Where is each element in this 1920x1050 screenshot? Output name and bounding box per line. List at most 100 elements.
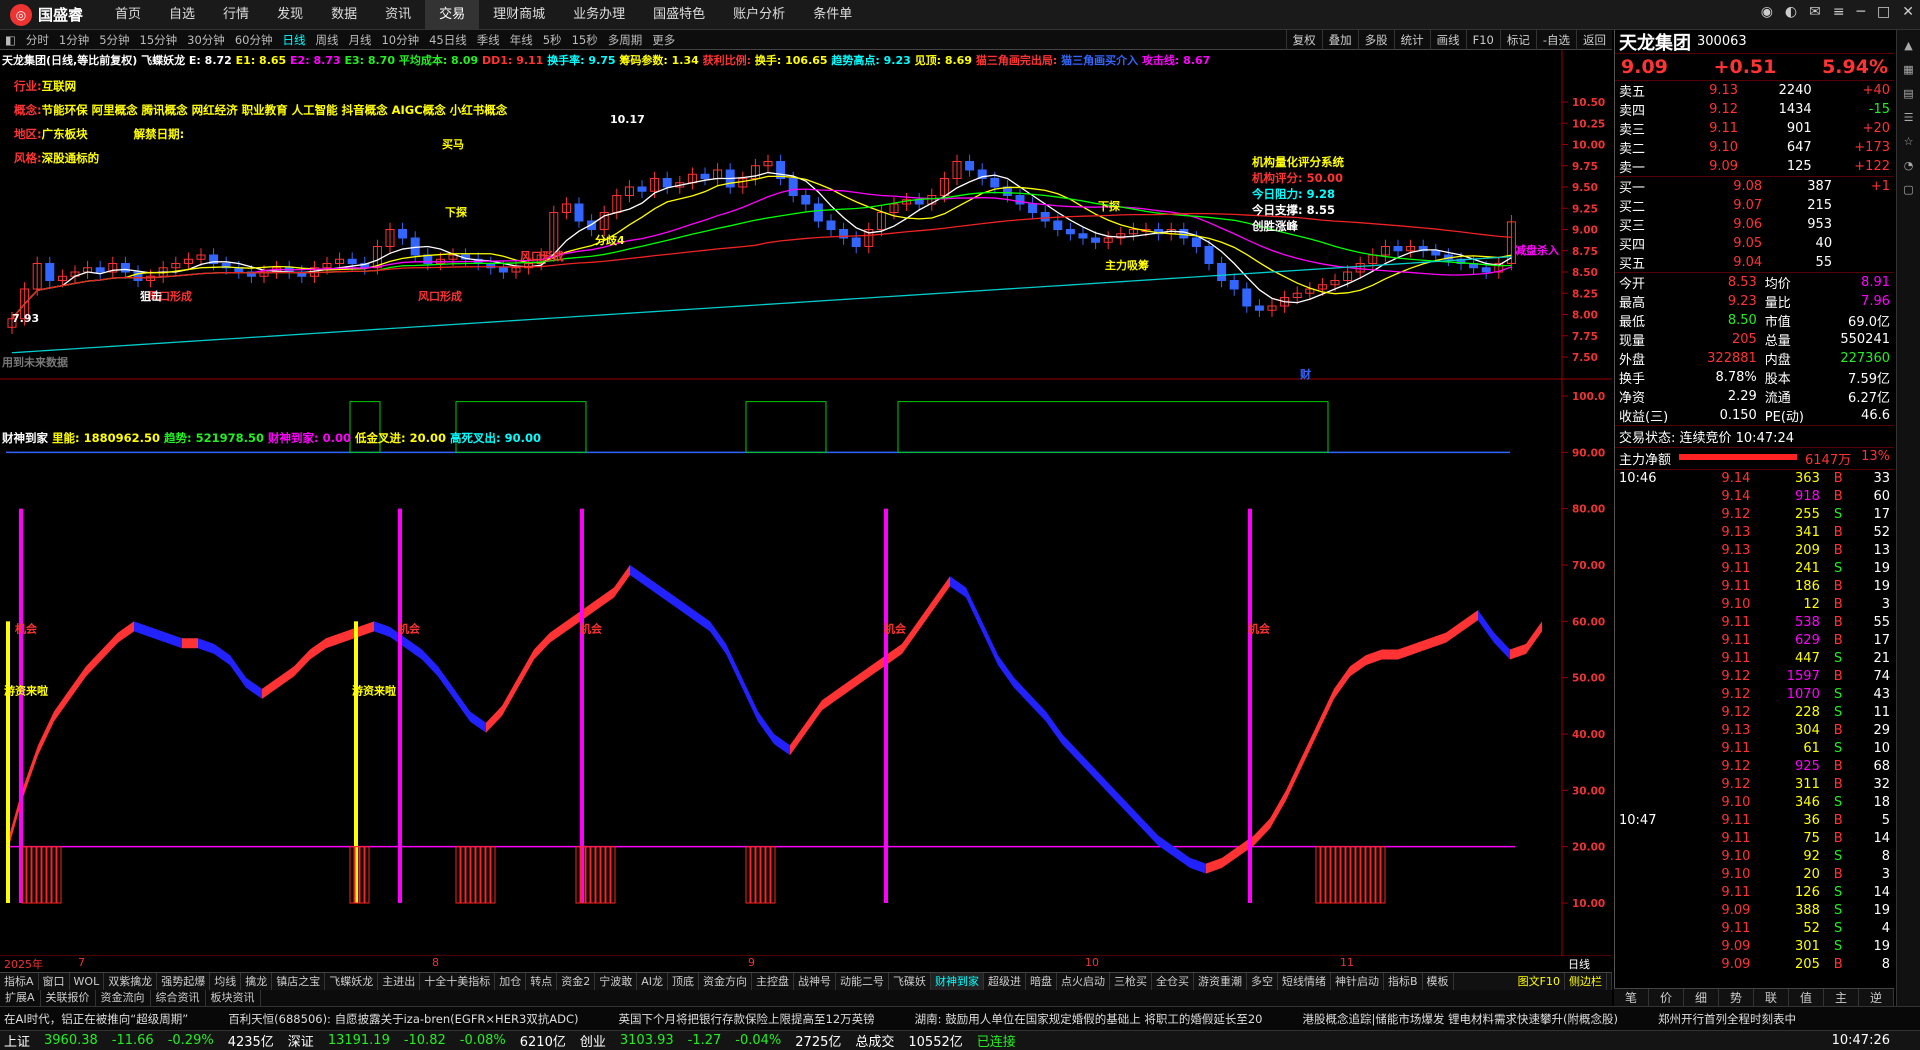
menu-icon[interactable]: ≡: [1833, 4, 1845, 20]
menu-item[interactable]: 行情: [209, 0, 263, 30]
indicator-tab[interactable]: 游资重潮: [1194, 972, 1247, 991]
tick-row[interactable]: 10:47 9.11 36 B 5: [1615, 812, 1894, 830]
chart-tool-button[interactable]: 复权: [1285, 30, 1322, 50]
indicator-tab[interactable]: 指标B: [1384, 972, 1423, 991]
indicator-tab[interactable]: 加仓: [495, 972, 527, 991]
quote-tab[interactable]: 值: [1789, 989, 1824, 1006]
tick-row[interactable]: 9.11 447 S 21: [1615, 650, 1894, 668]
indicator-tab[interactable]: 飞蝶妖龙: [325, 972, 379, 991]
tick-row[interactable]: 9.11 241 S 19: [1615, 560, 1894, 578]
chart-area[interactable]: 10.50 10.25 10.00 9.75 9.50 9.25 9.00 8.75 8.50 8…: [0, 50, 1612, 957]
period-tab[interactable]: 30分钟: [182, 32, 230, 48]
menu-item[interactable]: 数据: [317, 0, 371, 30]
period-tab[interactable]: 季线: [472, 32, 505, 48]
ticker-item[interactable]: 英国下个月将把银行存款保险上限提高至12万英镑: [619, 1011, 875, 1027]
kline-chart[interactable]: 10.50 10.25 10.00 9.75 9.50 9.25 9.00 8.75 8.50 8…: [0, 50, 1612, 957]
tick-row[interactable]: 9.09 301 S 19: [1615, 938, 1894, 956]
bottom-tab[interactable]: 资金流向: [96, 990, 151, 1006]
tick-row[interactable]: 9.13 341 B 52: [1615, 524, 1894, 542]
indicator-tab[interactable]: 宁波敢: [595, 972, 638, 991]
period-tab[interactable]: 60分钟: [230, 32, 278, 48]
quote-tab[interactable]: 价: [1649, 989, 1684, 1006]
news-ticker[interactable]: 在AI时代，铝正在被推向“超级周期” 百利天恒(688506): 自愿披露关于iz…: [0, 1006, 1920, 1030]
indicator-tab[interactable]: 强势起爆: [157, 972, 211, 991]
tab-right-button[interactable]: 图文F10: [1514, 972, 1565, 991]
quote-tab[interactable]: 联: [1754, 989, 1789, 1006]
indicator-tab[interactable]: 主进出: [378, 972, 421, 991]
quote-tab[interactable]: 势: [1719, 989, 1754, 1006]
bell-icon[interactable]: ◔: [1900, 156, 1918, 174]
indicator-tab[interactable]: 顶底: [668, 972, 699, 991]
tick-row[interactable]: 9.14 918 B 60: [1615, 488, 1894, 506]
arrow-up-icon[interactable]: ▲: [1900, 36, 1918, 54]
indicator-tab[interactable]: 转点: [526, 972, 558, 991]
grid-icon[interactable]: ▦: [1900, 60, 1918, 78]
list-icon[interactable]: ☰: [1900, 108, 1918, 126]
ticker-item[interactable]: 湖南: 鼓励用人单位在国家规定婚假的基础上 将职工的婚假延长至20: [915, 1011, 1263, 1027]
period-tab[interactable]: 月线: [343, 32, 376, 48]
tick-row[interactable]: 9.11 75 B 14: [1615, 830, 1894, 848]
chart-tool-button[interactable]: 叠加: [1321, 30, 1358, 50]
menu-item[interactable]: 国盛特色: [639, 0, 719, 30]
tick-row[interactable]: 9.11 538 B 55: [1615, 614, 1894, 632]
tick-row[interactable]: 9.11 126 S 14: [1615, 884, 1894, 902]
quote-tab[interactable]: 主: [1824, 989, 1859, 1006]
tick-row[interactable]: 9.11 61 S 10: [1615, 740, 1894, 758]
maximize-icon[interactable]: □: [1877, 4, 1890, 20]
indicator-tab[interactable]: WOL: [70, 972, 105, 991]
period-tab[interactable]: 15分钟: [135, 32, 183, 48]
tick-row[interactable]: 9.12 925 B 68: [1615, 758, 1894, 776]
ticker-item[interactable]: 在AI时代，铝正在被推向“超级周期”: [4, 1011, 188, 1027]
ticker-item[interactable]: 百利天恒(688506): 自愿披露关于iza-bren(EGFR×HER3双抗…: [228, 1011, 578, 1027]
chart-tool-button[interactable]: 标记: [1499, 30, 1536, 50]
period-tab[interactable]: 45日线: [424, 32, 472, 48]
menu-item[interactable]: 理财商城: [479, 0, 559, 30]
tick-row[interactable]: 9.12 255 S 17: [1615, 506, 1894, 524]
chat-icon[interactable]: ◉: [1761, 4, 1773, 20]
menu-item[interactable]: 资讯: [371, 0, 425, 30]
bottom-tab[interactable]: 扩展A: [0, 990, 41, 1006]
indicator-tab[interactable]: 全仓买: [1152, 972, 1194, 991]
indicator-tab[interactable]: 十全十美指标: [420, 972, 496, 991]
period-tab[interactable]: 周线: [310, 32, 343, 48]
tick-row[interactable]: 9.11 186 B 19: [1615, 578, 1894, 596]
minimize-icon[interactable]: ─: [1857, 4, 1865, 20]
layout-icon[interactable]: ◧: [0, 33, 21, 47]
bottom-tab[interactable]: 综合资讯: [151, 990, 206, 1006]
bottom-tab[interactable]: 板块资讯: [206, 990, 261, 1006]
close-icon[interactable]: ✕: [1902, 4, 1914, 20]
tab-right-button[interactable]: 侧边栏: [1565, 972, 1607, 991]
tick-row[interactable]: 9.09 388 S 19: [1615, 902, 1894, 920]
chart-tool-button[interactable]: 画线: [1429, 30, 1466, 50]
tick-row[interactable]: 9.10 346 S 18: [1615, 794, 1894, 812]
tick-row[interactable]: 9.10 12 B 3: [1615, 596, 1894, 614]
period-tab[interactable]: 多周期: [603, 32, 648, 48]
tick-row[interactable]: 9.13 209 B 13: [1615, 542, 1894, 560]
indicator-tab[interactable]: AI龙: [637, 972, 668, 991]
tick-row[interactable]: 9.12 228 S 11: [1615, 704, 1894, 722]
menu-item[interactable]: 自选: [155, 0, 209, 30]
menu-item[interactable]: 发现: [263, 0, 317, 30]
indicator-tab[interactable]: 均线: [210, 972, 242, 991]
chart-tool-button[interactable]: 多股: [1357, 30, 1394, 50]
indicator-tab[interactable]: 资金方向: [699, 972, 752, 991]
skin-icon[interactable]: ◐: [1785, 4, 1797, 20]
ticker-item[interactable]: 郑州开行首列全程时刻表中: [1658, 1011, 1796, 1027]
period-tab[interactable]: 5分钟: [94, 32, 134, 48]
indicator-tab[interactable]: 三枪买: [1110, 972, 1152, 991]
indicator-tab[interactable]: 财神到家: [930, 972, 984, 991]
doc-icon[interactable]: ▢: [1900, 180, 1918, 198]
tick-row[interactable]: 9.10 20 B 3: [1615, 866, 1894, 884]
mail-icon[interactable]: ✉: [1809, 4, 1821, 20]
period-tab[interactable]: 15秒: [567, 32, 603, 48]
indicator-tab[interactable]: 多空: [1247, 972, 1278, 991]
ticker-item[interactable]: 港股概念追踪|储能市场爆发 锂电材料需求快速攀升(附概念股): [1303, 1011, 1619, 1027]
indicator-tab[interactable]: 暗盘: [1026, 972, 1057, 991]
menu-item[interactable]: 首页: [101, 0, 155, 30]
indicator-tab[interactable]: 模板: [1423, 972, 1454, 991]
tick-row[interactable]: 9.11 629 B 17: [1615, 632, 1894, 650]
indicator-tab[interactable]: 窗口: [39, 972, 70, 991]
indicator-tab[interactable]: 超级进: [984, 972, 1026, 991]
period-tab[interactable]: 日线: [277, 32, 310, 48]
period-tab[interactable]: 1分钟: [54, 32, 94, 48]
